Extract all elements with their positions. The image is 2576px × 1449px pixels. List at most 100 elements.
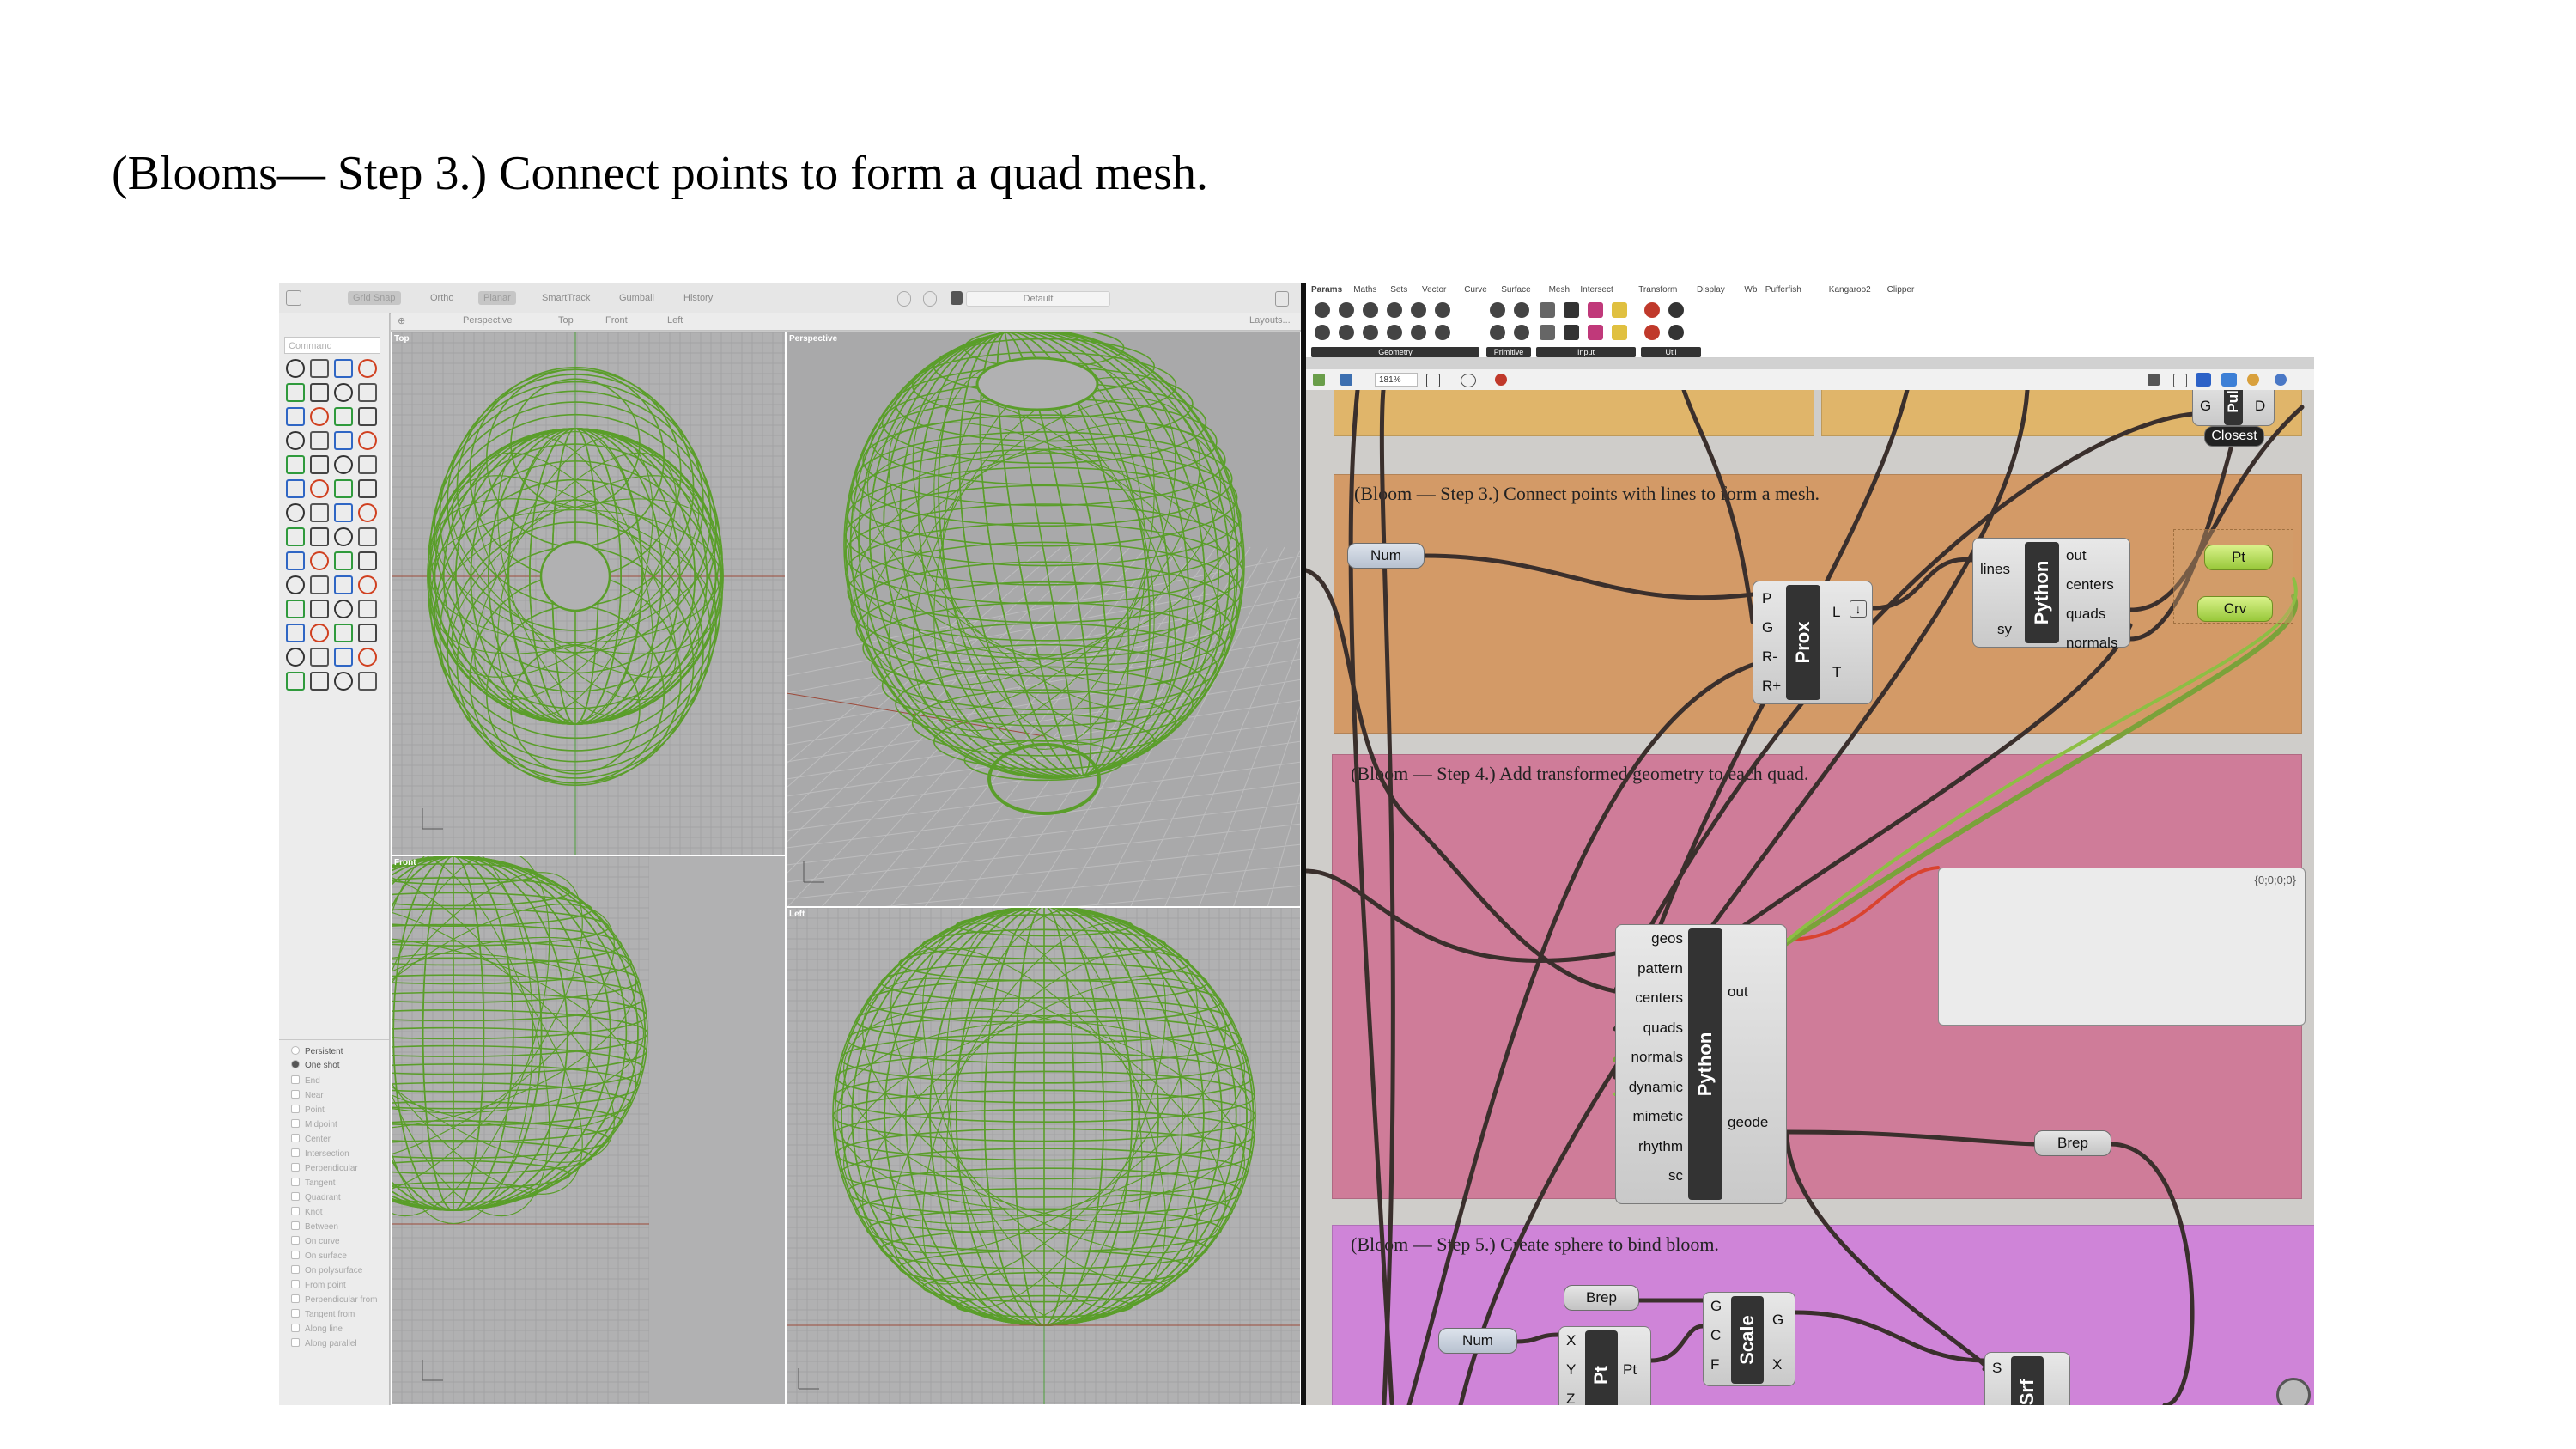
rhino-tool-icon[interactable]	[310, 455, 329, 474]
osnap-midpoint[interactable]: Midpoint	[291, 1118, 337, 1132]
ribbon-geometry-icon[interactable]	[1411, 302, 1426, 318]
tab-top[interactable]: Top	[558, 315, 574, 326]
rhino-tool-icon[interactable]	[358, 431, 377, 450]
rhino-tool-icon[interactable]	[310, 359, 329, 378]
ribbon-input-icon[interactable]	[1612, 325, 1627, 340]
ribbon-input-icon[interactable]	[1540, 325, 1555, 340]
crv-param[interactable]: Crv	[2197, 596, 2273, 622]
preview-eye-icon[interactable]	[1461, 374, 1476, 387]
rhino-tool-icon[interactable]	[358, 479, 377, 498]
rhino-tool-icon[interactable]	[334, 527, 353, 546]
gh-tab-sets[interactable]: Sets	[1390, 285, 1407, 295]
surface-component[interactable]: S Srf	[1984, 1352, 2070, 1405]
rhino-tool-icon[interactable]	[358, 600, 377, 618]
port-g-out[interactable]: G	[1772, 1312, 1783, 1329]
rhino-tool-icon[interactable]	[310, 479, 329, 498]
osnap-along-parallel[interactable]: Along parallel	[291, 1337, 357, 1351]
port-z[interactable]: Z	[1566, 1391, 1575, 1405]
port-sc[interactable]: sc	[1616, 1167, 1683, 1184]
viewport-top[interactable]: Top	[391, 332, 786, 855]
gumball-toggle[interactable]: Gumball	[614, 291, 659, 305]
gh-tab-transform[interactable]: Transform	[1638, 285, 1677, 295]
osnap-along-line[interactable]: Along line	[291, 1323, 343, 1336]
scale-component[interactable]: G C F Scale G X	[1703, 1292, 1795, 1386]
zoom-extents-icon[interactable]	[1426, 374, 1440, 387]
port-centers[interactable]: centers	[2066, 576, 2114, 594]
ribbon-geometry-icon[interactable]	[1387, 302, 1402, 318]
sketch-icon[interactable]	[1495, 374, 1507, 386]
ribbon-util-icon[interactable]	[1668, 302, 1684, 318]
ribbon-geometry-icon[interactable]	[1315, 302, 1330, 318]
rhino-tool-icon[interactable]	[334, 551, 353, 570]
rhino-tool-icon[interactable]	[310, 672, 329, 691]
port-p[interactable]: P	[1762, 590, 1771, 607]
preview-mode-icon[interactable]	[2148, 374, 2160, 386]
rhino-tool-icon[interactable]	[358, 503, 377, 522]
ribbon-input-icon[interactable]	[1588, 325, 1603, 340]
port-f[interactable]: F	[1710, 1356, 1719, 1373]
rhino-tool-icon[interactable]	[310, 600, 329, 618]
panel-toggle-icon[interactable]	[1275, 291, 1289, 307]
port-lines[interactable]: lines	[1980, 561, 2010, 578]
ribbon-primitive-icon[interactable]	[1514, 302, 1529, 318]
ribbon-input-icon[interactable]	[1612, 302, 1627, 318]
num-param-2[interactable]: Num	[1438, 1328, 1517, 1354]
port-normals[interactable]: normals	[1616, 1049, 1683, 1066]
construct-point-component[interactable]: X Y Z Pt Pt	[1558, 1326, 1651, 1405]
osnap-between[interactable]: Between	[291, 1221, 338, 1234]
port-d[interactable]: D	[2255, 398, 2265, 415]
ribbon-primitive-icon[interactable]	[1490, 302, 1505, 318]
port-r-plus[interactable]: R+	[1762, 678, 1781, 695]
gh-compass-icon[interactable]	[2276, 1378, 2311, 1405]
port-sy[interactable]: sy	[1997, 621, 2012, 638]
gh-tab-params[interactable]: Params	[1311, 285, 1342, 295]
rhino-tool-icon[interactable]	[286, 503, 305, 522]
port-dynamic[interactable]: dynamic	[1616, 1079, 1683, 1096]
rhino-tool-icon[interactable]	[286, 455, 305, 474]
rhino-tool-icon[interactable]	[334, 672, 353, 691]
zoom-field[interactable]: 181%	[1375, 373, 1418, 387]
rhino-tool-icon[interactable]	[286, 407, 305, 426]
ribbon-primitive-icon[interactable]	[1490, 325, 1505, 340]
port-s[interactable]: S	[1992, 1360, 2002, 1377]
rhino-tool-icon[interactable]	[286, 479, 305, 498]
osnap-tangent-from[interactable]: Tangent from	[291, 1308, 355, 1322]
viewport-perspective[interactable]: Perspective	[786, 332, 1301, 907]
tab-perspective[interactable]: Perspective	[463, 315, 512, 326]
port-out[interactable]: out	[2066, 547, 2087, 564]
rhino-tool-icon[interactable]	[358, 455, 377, 474]
rhino-tool-icon[interactable]	[310, 648, 329, 667]
rhino-tool-icon[interactable]	[310, 383, 329, 402]
osnap-knot[interactable]: Knot	[291, 1206, 323, 1220]
rhino-tool-icon[interactable]	[334, 624, 353, 642]
rhino-tool-icon[interactable]	[334, 359, 353, 378]
port-pt[interactable]: Pt	[1623, 1361, 1637, 1379]
ribbon-input-icon[interactable]	[1564, 302, 1579, 318]
gh-tab-surface[interactable]: Surface	[1501, 285, 1530, 295]
osnap-center[interactable]: Center	[291, 1133, 331, 1147]
num-param-1[interactable]: Num	[1347, 543, 1425, 569]
rhino-tool-icon[interactable]	[334, 479, 353, 498]
rhino-tool-icon[interactable]	[286, 648, 305, 667]
selected-preview-icon[interactable]	[2221, 373, 2237, 387]
rhino-tool-icon[interactable]	[358, 527, 377, 546]
ribbon-input-icon[interactable]	[1540, 302, 1555, 318]
ribbon-geometry-icon[interactable]	[1435, 325, 1450, 340]
gh-tab-maths[interactable]: Maths	[1353, 285, 1376, 295]
ribbon-geometry-icon[interactable]	[1339, 325, 1354, 340]
gh-tab-wb[interactable]: Wb	[1744, 285, 1757, 295]
osnap-tangent[interactable]: Tangent	[291, 1177, 336, 1190]
rhino-tool-icon[interactable]	[286, 600, 305, 618]
wire-mode-icon[interactable]	[2173, 374, 2187, 387]
rhino-tool-icon[interactable]	[358, 551, 377, 570]
port-mimetic[interactable]: mimetic	[1616, 1108, 1683, 1125]
lock-icon[interactable]	[897, 291, 911, 307]
port-quads[interactable]: quads	[1616, 1020, 1683, 1037]
port-g[interactable]: G	[1710, 1298, 1722, 1315]
gh-tab-display[interactable]: Display	[1697, 285, 1725, 295]
layer-dropdown[interactable]: Default	[966, 291, 1110, 307]
rhino-tool-icon[interactable]	[310, 575, 329, 594]
port-normals[interactable]: normals	[2066, 635, 2117, 652]
osnap-near[interactable]: Near	[291, 1089, 324, 1103]
rhino-tool-icon[interactable]	[334, 455, 353, 474]
